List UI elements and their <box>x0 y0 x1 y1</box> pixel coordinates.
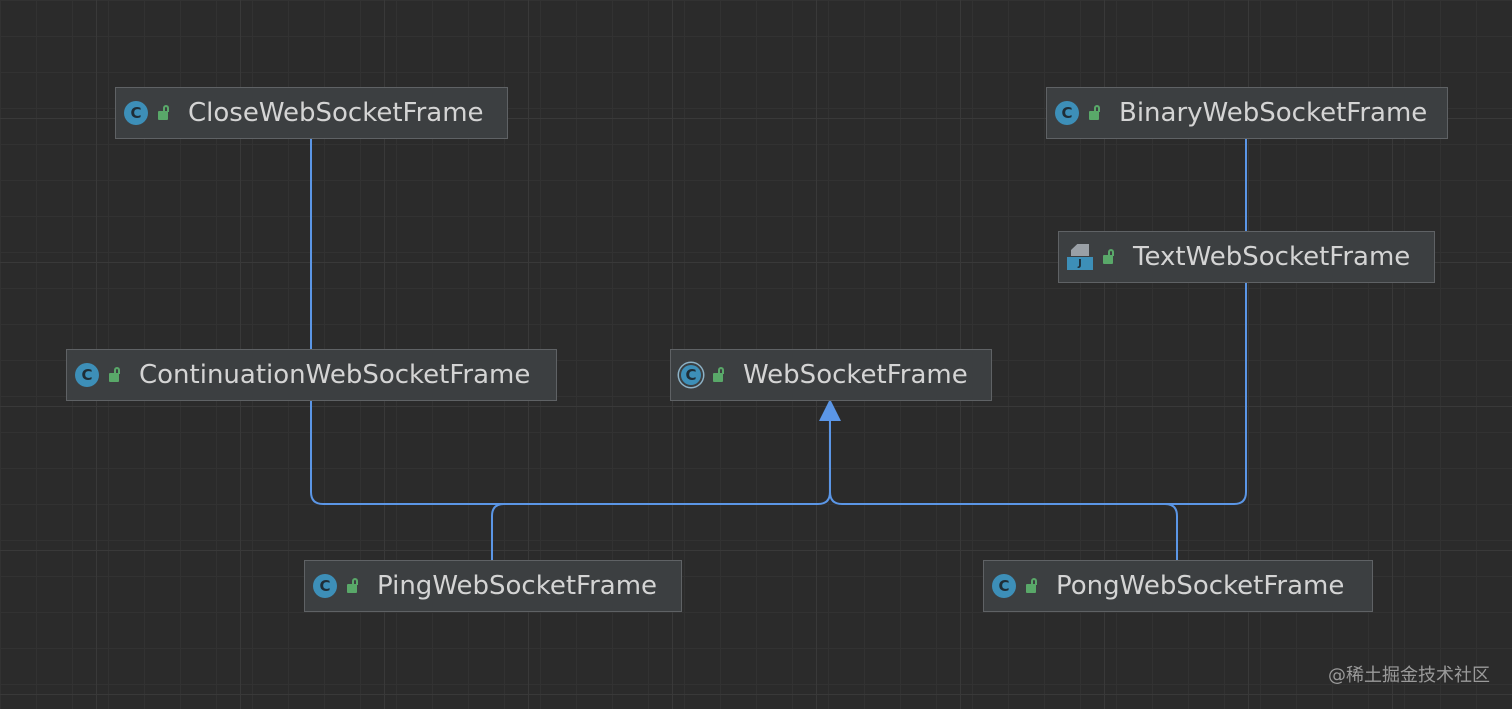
public-lock-icon <box>713 367 725 383</box>
public-lock-icon <box>109 367 121 383</box>
inheritance-arrowhead <box>819 399 841 421</box>
node-label: WebSocketFrame <box>743 360 968 390</box>
node-text-web-socket-frame[interactable]: J TextWebSocketFrame <box>1058 231 1435 283</box>
class-icon: C <box>313 574 337 598</box>
node-label: ContinuationWebSocketFrame <box>139 360 531 390</box>
public-lock-icon <box>1089 105 1101 121</box>
edge-binary-to-websocketframe <box>829 138 1247 505</box>
node-label: PingWebSocketFrame <box>377 571 658 601</box>
class-icon: C <box>992 574 1016 598</box>
node-label: BinaryWebSocketFrame <box>1119 98 1428 128</box>
node-close-web-socket-frame[interactable]: C CloseWebSocketFrame <box>115 87 508 139</box>
node-label: PongWebSocketFrame <box>1056 571 1345 601</box>
public-lock-icon <box>1103 249 1115 265</box>
public-lock-icon <box>1026 578 1038 594</box>
class-icon: C <box>124 101 148 125</box>
node-label: CloseWebSocketFrame <box>188 98 484 128</box>
class-icon: C <box>75 363 99 387</box>
node-web-socket-frame[interactable]: C WebSocketFrame <box>670 349 992 401</box>
abstract-class-icon: C <box>679 363 703 387</box>
node-label: TextWebSocketFrame <box>1133 242 1411 272</box>
watermark: @稀土掘金技术社区 <box>1328 665 1490 686</box>
java-file-icon: J <box>1067 244 1093 270</box>
edge-close-to-websocketframe <box>310 138 831 505</box>
class-icon: C <box>1055 101 1079 125</box>
public-lock-icon <box>347 578 359 594</box>
public-lock-icon <box>158 105 170 121</box>
edge-ping-to-websocketframe <box>491 503 505 560</box>
node-ping-web-socket-frame[interactable]: C PingWebSocketFrame <box>304 560 682 612</box>
edge-pong-to-websocketframe <box>1164 503 1178 560</box>
node-pong-web-socket-frame[interactable]: C PongWebSocketFrame <box>983 560 1373 612</box>
node-continuation-web-socket-frame[interactable]: C ContinuationWebSocketFrame <box>66 349 557 401</box>
node-binary-web-socket-frame[interactable]: C BinaryWebSocketFrame <box>1046 87 1448 139</box>
